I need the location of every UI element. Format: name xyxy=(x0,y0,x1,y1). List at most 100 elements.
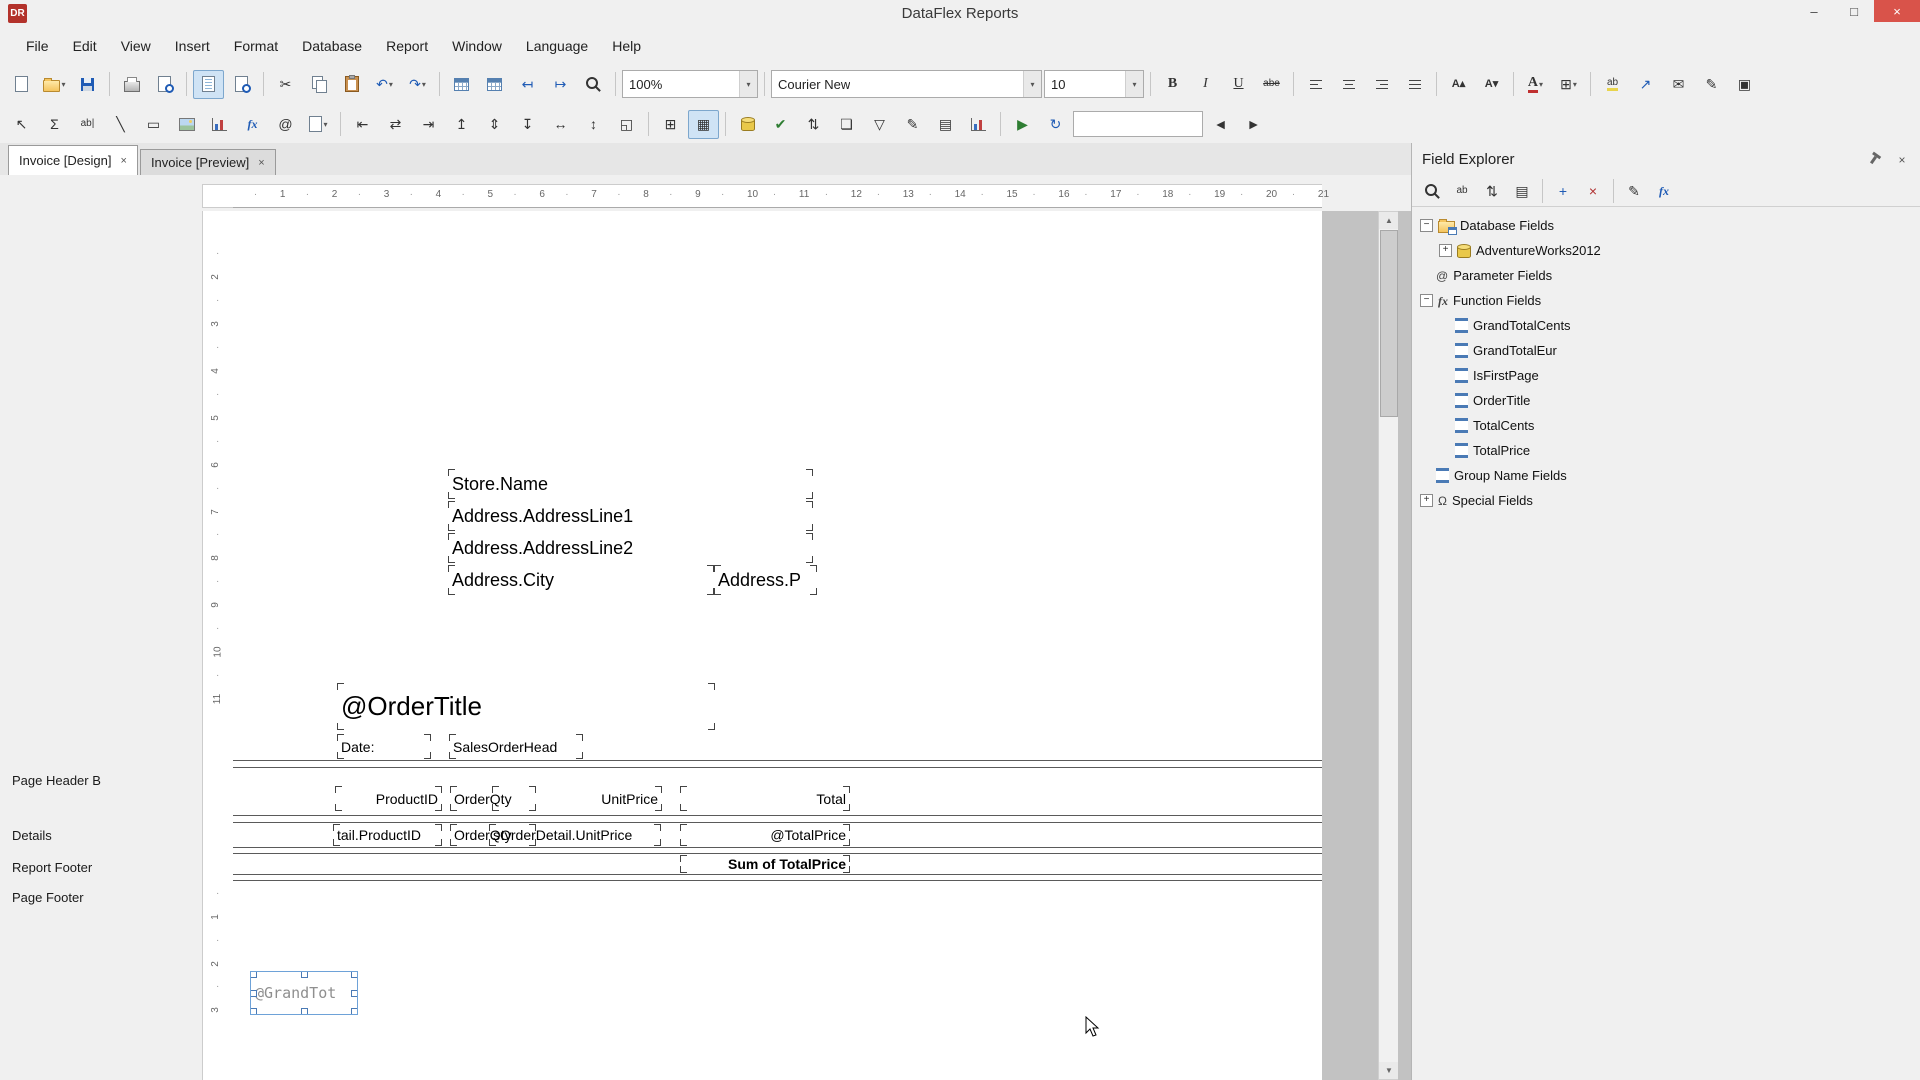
delete-field-icon[interactable]: × xyxy=(1579,178,1607,204)
tree-item[interactable]: −Database Fields xyxy=(1414,213,1920,238)
minimize-button[interactable]: – xyxy=(1794,0,1834,22)
align-rights-icon[interactable]: ⇥ xyxy=(413,110,444,139)
field-header-total[interactable]: Total xyxy=(680,786,850,811)
highlight-color-icon[interactable]: ab xyxy=(1597,70,1628,99)
tab-invoice-design[interactable]: Invoice [Design]× xyxy=(8,145,138,175)
field-store-name[interactable]: Store.Name xyxy=(448,469,813,499)
export-data-icon[interactable]: ↦ xyxy=(545,70,576,99)
field-detail-productid[interactable]: tail.ProductID xyxy=(333,824,442,846)
font-size-combo[interactable]: 10▾ xyxy=(1044,70,1144,98)
field-header-unitprice[interactable]: UnitPrice xyxy=(492,786,662,811)
import-data-icon[interactable]: ↤ xyxy=(512,70,543,99)
strikethrough-icon[interactable]: abe xyxy=(1256,70,1287,99)
record-sort-icon[interactable]: ⇅ xyxy=(798,110,829,139)
copy-format-icon[interactable]: ✎ xyxy=(1696,70,1727,99)
print-icon[interactable] xyxy=(116,70,147,99)
verify-database-icon[interactable]: ✔ xyxy=(765,110,796,139)
insert-function-icon[interactable]: fx xyxy=(237,110,268,139)
find-icon[interactable] xyxy=(578,70,609,99)
field-address-postal[interactable]: Address.P xyxy=(714,565,817,595)
refresh-data-icon[interactable]: ↻ xyxy=(1040,110,1071,139)
insert-summary-icon[interactable]: Σ xyxy=(39,110,70,139)
report-wizard-icon[interactable] xyxy=(479,70,510,99)
selection-handle[interactable] xyxy=(301,1008,308,1015)
field-order-title[interactable]: @OrderTitle xyxy=(337,683,715,730)
field-address-city[interactable]: Address.City xyxy=(448,565,714,595)
tree-item[interactable]: @Parameter Fields xyxy=(1414,263,1920,288)
same-width-icon[interactable]: ↔ xyxy=(545,110,576,139)
copy-icon[interactable] xyxy=(303,70,334,99)
close-button[interactable]: × xyxy=(1874,0,1920,22)
align-middles-icon[interactable]: ⇕ xyxy=(479,110,510,139)
tree-item[interactable]: IsFirstPage xyxy=(1414,363,1920,388)
decrease-font-icon[interactable]: A▾ xyxy=(1476,70,1507,99)
report-page-canvas[interactable]: Store.NameAddress.AddressLine1Address.Ad… xyxy=(233,211,1322,1080)
show-grid-icon[interactable]: ▦ xyxy=(688,110,719,139)
align-tops-icon[interactable]: ↥ xyxy=(446,110,477,139)
menu-view[interactable]: View xyxy=(109,31,163,61)
insert-field-icon[interactable]: + xyxy=(1549,178,1577,204)
menu-edit[interactable]: Edit xyxy=(61,31,109,61)
panel-close-icon[interactable]: × xyxy=(1894,152,1910,168)
align-right-icon[interactable] xyxy=(1366,70,1397,99)
cut-icon[interactable]: ✂ xyxy=(270,70,301,99)
menu-report[interactable]: Report xyxy=(374,31,440,61)
insert-db-field-icon[interactable] xyxy=(446,70,477,99)
select-expert-icon[interactable]: ▽ xyxy=(864,110,895,139)
align-center-icon[interactable] xyxy=(1333,70,1364,99)
zoom-combo[interactable]: 100%▾ xyxy=(622,70,758,98)
redo-icon[interactable]: ↷▾ xyxy=(402,70,433,99)
italic-icon[interactable]: I xyxy=(1190,70,1221,99)
field-detail-totalprice[interactable]: @TotalPrice xyxy=(680,824,850,846)
align-lefts-icon[interactable]: ⇤ xyxy=(347,110,378,139)
expander-plus-icon[interactable]: + xyxy=(1420,494,1433,507)
menu-language[interactable]: Language xyxy=(514,31,600,61)
field-address-line2[interactable]: Address.AddressLine2 xyxy=(448,533,813,563)
tree-item[interactable]: +ΩSpecial Fields xyxy=(1414,488,1920,513)
close-icon[interactable]: × xyxy=(258,157,264,169)
close-icon[interactable]: × xyxy=(121,155,127,167)
pin-icon[interactable] xyxy=(1866,152,1882,168)
tree-item[interactable]: +AdventureWorks2012 xyxy=(1414,238,1920,263)
group-expert-icon[interactable]: ❏ xyxy=(831,110,862,139)
menu-help[interactable]: Help xyxy=(600,31,653,61)
increase-font-icon[interactable]: A▴ xyxy=(1443,70,1474,99)
insert-chart-icon[interactable] xyxy=(204,110,235,139)
selection-handle[interactable] xyxy=(250,990,257,997)
selection-handle[interactable] xyxy=(351,990,358,997)
chevron-down-icon[interactable]: ▾ xyxy=(739,71,757,97)
email-icon[interactable]: ✉ xyxy=(1663,70,1694,99)
horizontal-ruler[interactable]: 1·2·3·4·5·6·7·8·9·10·11·12·13·14·15·16·1… xyxy=(233,184,1322,208)
selection-handle[interactable] xyxy=(301,971,308,978)
section-expert-icon[interactable]: ▤ xyxy=(930,110,961,139)
undo-icon[interactable]: ↶▾ xyxy=(369,70,400,99)
page-number-input[interactable] xyxy=(1073,111,1203,137)
tree-item[interactable]: −fxFunction Fields xyxy=(1414,288,1920,313)
snap-to-grid-icon[interactable]: ⊞ xyxy=(655,110,686,139)
find-field-icon[interactable] xyxy=(1418,178,1446,204)
field-header-productid[interactable]: ProductID xyxy=(335,786,442,811)
align-centers-icon[interactable]: ⇄ xyxy=(380,110,411,139)
preview-view-icon[interactable] xyxy=(226,70,257,99)
field-grand-total[interactable]: @GrandTot xyxy=(250,971,358,1015)
selection-handle[interactable] xyxy=(250,1008,257,1015)
selection-handle[interactable] xyxy=(250,971,257,978)
insert-section-icon[interactable]: ▾ xyxy=(303,110,334,139)
maximize-button[interactable]: □ xyxy=(1834,0,1874,22)
font-combo[interactable]: Courier New▾ xyxy=(771,70,1042,98)
run-report-icon[interactable]: ▶ xyxy=(1007,110,1038,139)
tree-item[interactable]: TotalPrice xyxy=(1414,438,1920,463)
underline-icon[interactable]: U xyxy=(1223,70,1254,99)
align-bottoms-icon[interactable]: ↧ xyxy=(512,110,543,139)
design-view-icon[interactable] xyxy=(193,70,224,99)
field-order-date[interactable]: SalesOrderHead xyxy=(449,734,583,759)
new-report-icon[interactable] xyxy=(6,70,37,99)
database-expert-icon[interactable] xyxy=(732,110,763,139)
paste-icon[interactable] xyxy=(336,70,367,99)
vertical-scrollbar[interactable]: ▲ ▼ xyxy=(1378,211,1400,1080)
chevron-down-icon[interactable]: ▾ xyxy=(1125,71,1143,97)
selection-handle[interactable] xyxy=(351,1008,358,1015)
menu-window[interactable]: Window xyxy=(440,31,514,61)
field-date-label[interactable]: Date: xyxy=(337,734,431,759)
scroll-down-icon[interactable]: ▼ xyxy=(1379,1062,1399,1079)
